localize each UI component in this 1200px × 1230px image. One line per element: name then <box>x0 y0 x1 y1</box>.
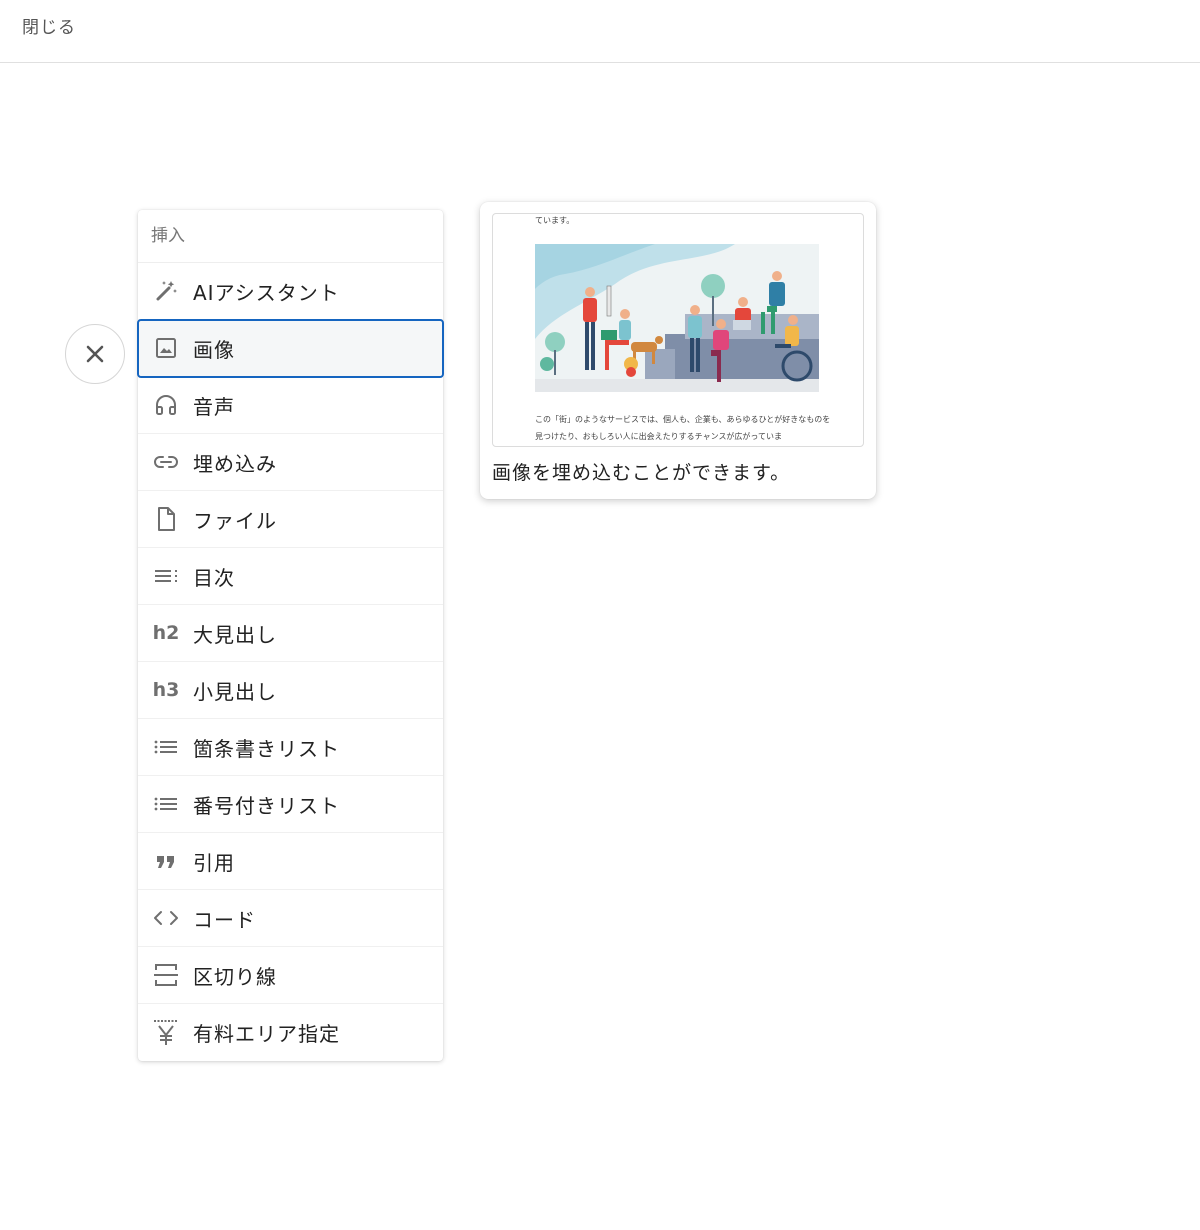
menu-item-file[interactable]: ファイル <box>138 491 443 548</box>
insert-menu-header: 挿入 <box>138 210 443 263</box>
menu-item-code[interactable]: コード <box>138 890 443 947</box>
menu-item-quote[interactable]: 引用 <box>138 833 443 890</box>
close-menu-button[interactable] <box>65 324 125 384</box>
close-link[interactable]: 閉じる <box>22 13 76 38</box>
image-preview-card: ています。 この「街」のようなサービスでは、個人も、企業も、あらゆるひとが好きな… <box>480 202 876 499</box>
menu-item-label: 引用 <box>193 850 235 875</box>
menu-item-label: ファイル <box>193 508 277 533</box>
menu-item-label: 区切り線 <box>193 964 277 989</box>
menu-item-embed[interactable]: 埋め込み <box>138 434 443 491</box>
quote-icon <box>152 847 180 875</box>
numbered-list-icon <box>152 790 180 818</box>
preview-frame: ています。 この「街」のようなサービスでは、個人も、企業も、あらゆるひとが好きな… <box>492 213 864 447</box>
menu-item-paid-area[interactable]: 有料エリア指定 <box>138 1004 443 1061</box>
menu-item-label: 音声 <box>193 394 235 419</box>
code-icon <box>152 904 180 932</box>
menu-item-label: コード <box>193 907 256 932</box>
menu-item-numbered-list[interactable]: 番号付きリスト <box>138 776 443 833</box>
close-icon <box>86 345 104 363</box>
h3-icon: h3 <box>152 679 180 701</box>
headphones-icon <box>152 391 180 419</box>
bullet-list-icon <box>152 733 180 761</box>
menu-item-heading-small[interactable]: h3 小見出し <box>138 662 443 719</box>
menu-item-ai-assistant[interactable]: AIアシスタント <box>138 263 443 320</box>
menu-item-label: AIアシスタント <box>193 280 340 305</box>
menu-item-label: 有料エリア指定 <box>193 1022 340 1046</box>
divider-icon <box>152 961 180 989</box>
menu-item-label: 埋め込み <box>193 451 277 476</box>
menu-item-label: 小見出し <box>193 679 277 704</box>
menu-item-label: 番号付きリスト <box>193 793 340 818</box>
menu-item-audio[interactable]: 音声 <box>138 377 443 434</box>
preview-body-text: この「街」のようなサービスでは、個人も、企業も、あらゆるひとが好きなものを見つけ… <box>535 415 831 441</box>
image-icon <box>152 334 180 362</box>
insert-menu: 挿入 AIアシスタント 画像 音声 埋め込み ファイル 目次 h2 大見出し h… <box>137 210 444 1061</box>
h2-icon: h2 <box>152 622 180 644</box>
menu-item-image[interactable]: 画像 <box>137 319 444 378</box>
menu-item-label: 大見出し <box>193 622 277 647</box>
menu-item-label: 目次 <box>193 565 235 590</box>
menu-item-heading-large[interactable]: h2 大見出し <box>138 605 443 662</box>
top-bar: 閉じる <box>0 0 1200 63</box>
menu-item-bullet-list[interactable]: 箇条書きリスト <box>138 719 443 776</box>
menu-item-divider[interactable]: 区切り線 <box>138 947 443 1004</box>
menu-item-label: 箇条書きリスト <box>193 736 340 761</box>
menu-item-label: 画像 <box>193 337 235 362</box>
link-icon <box>152 448 180 476</box>
magic-wand-icon <box>152 277 180 305</box>
people-illustration <box>535 244 819 392</box>
preview-top-text: ています。 <box>535 216 575 225</box>
file-icon <box>152 505 180 533</box>
toc-icon <box>152 562 180 590</box>
yen-icon <box>152 1019 180 1047</box>
menu-item-toc[interactable]: 目次 <box>138 548 443 605</box>
preview-caption: 画像を埋め込むことができます。 <box>492 462 791 484</box>
